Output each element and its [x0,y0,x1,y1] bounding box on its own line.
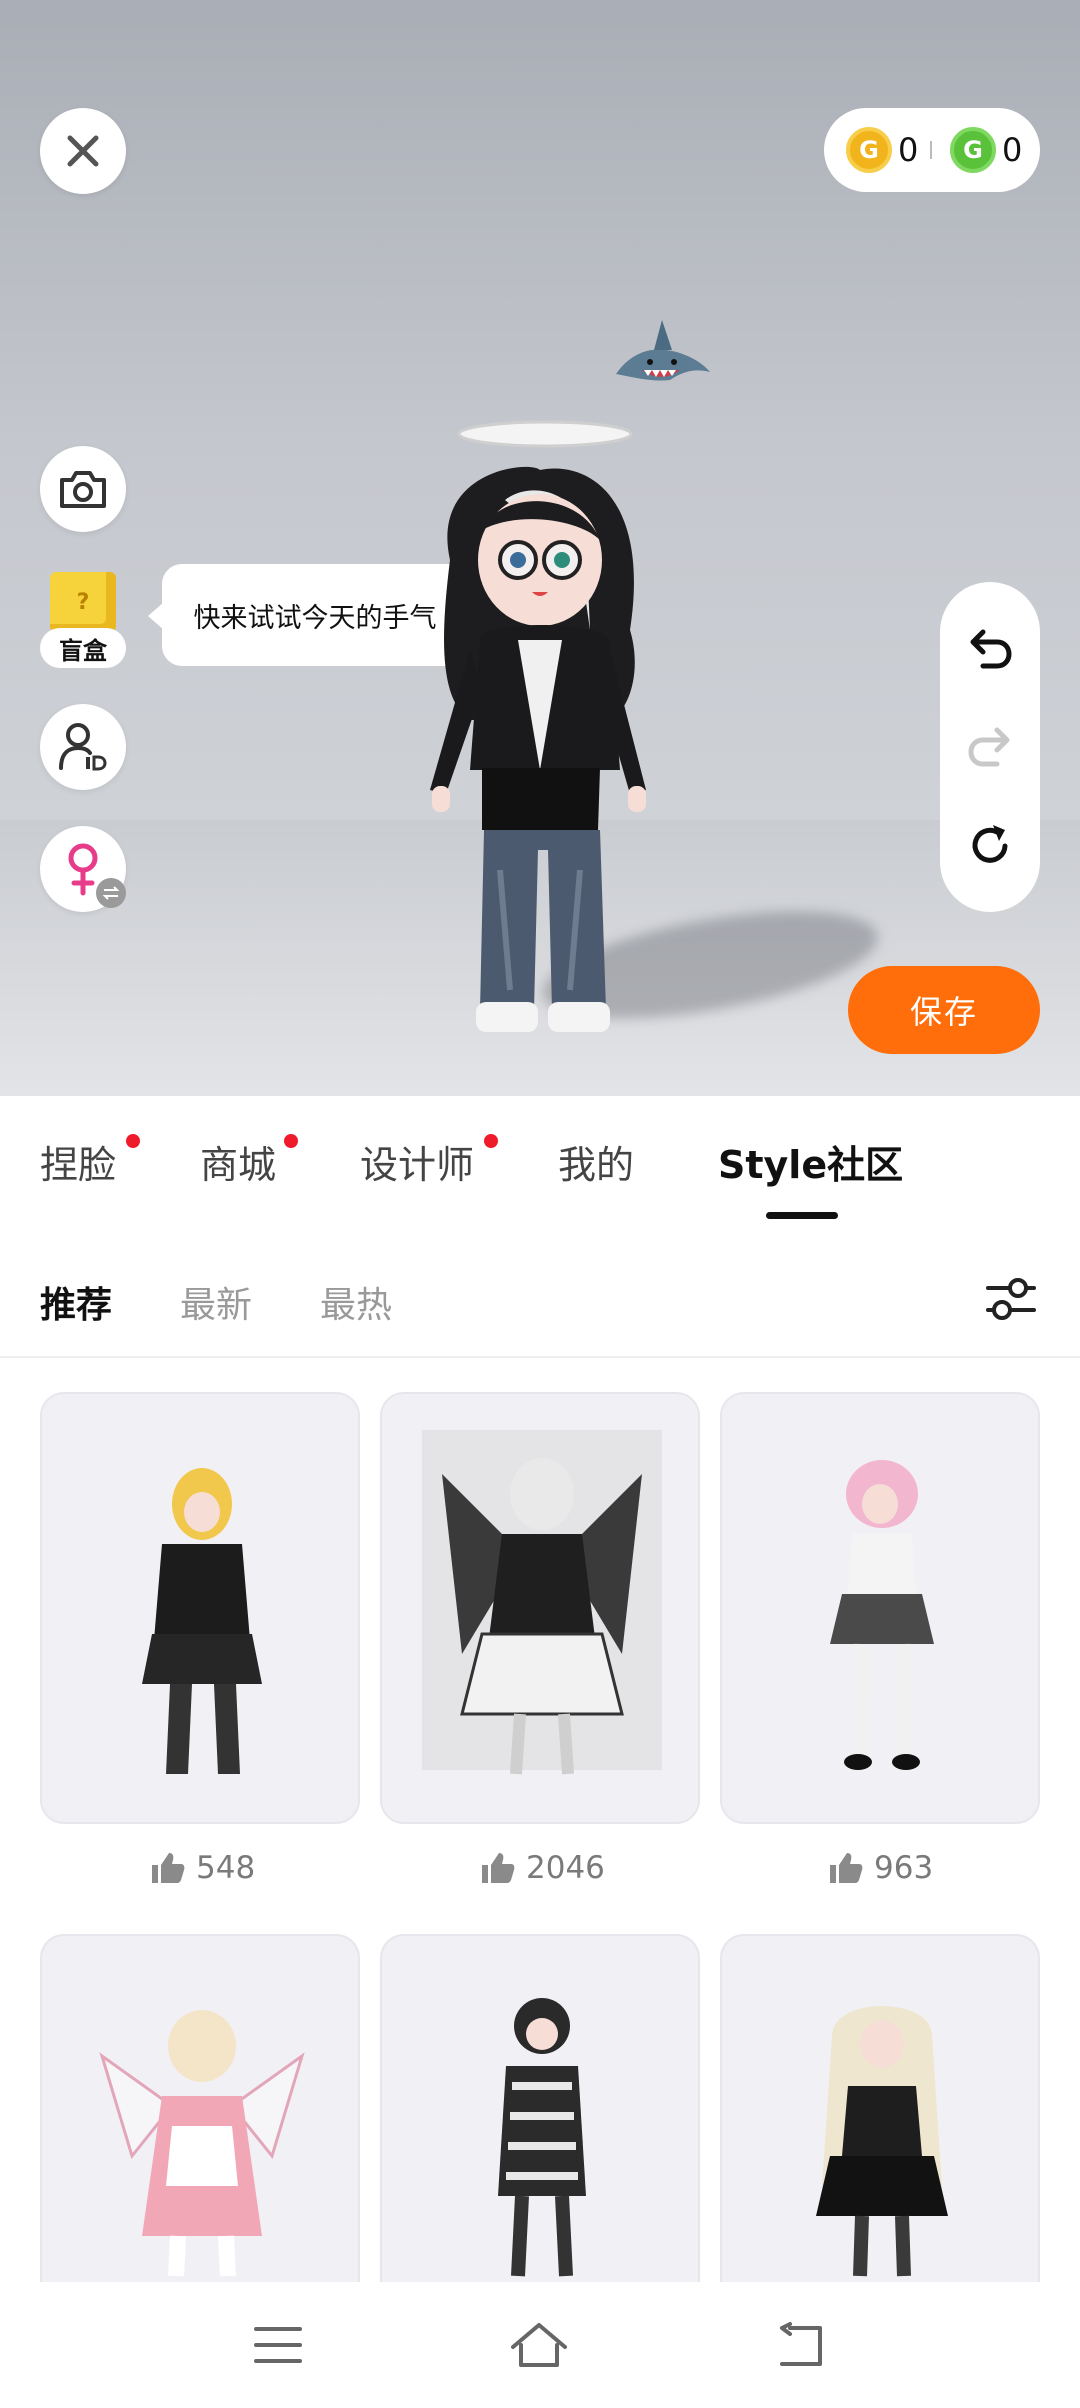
like-count-row[interactable]: 2046 [480,1848,605,1888]
subtab-hottest[interactable]: 最热 [320,1276,392,1328]
like-count: 548 [196,1850,256,1886]
tab-face-badge [126,1134,140,1148]
gender-switch-button[interactable] [40,826,126,912]
tab-face[interactable]: 捏脸 [40,1134,116,1189]
thumbs-up-icon [830,1853,863,1883]
green-coin-icon: G [950,127,996,173]
close-icon [67,135,99,167]
save-button[interactable]: 保存 [848,966,1040,1054]
currency-divider [930,141,932,159]
active-tab-indicator [766,1212,838,1219]
subtab-recommended[interactable]: 推荐 [40,1276,112,1328]
tab-style-community[interactable]: Style社区 [718,1134,903,1189]
main-tabs [0,1096,1080,1246]
outfit-thumbnail [142,1468,262,1774]
avatar-figure [430,420,646,1032]
blind-box-button[interactable]: ? 盲盒 [40,572,126,668]
blind-box-label: 盲盒 [40,628,126,668]
blind-box-icon: ? [50,572,116,632]
history-controls [940,582,1040,912]
outfit-thumbnail [830,1460,934,1770]
tab-store-badge [284,1134,298,1148]
feed-filter-bar [0,1246,1080,1358]
like-count-row[interactable]: 548 [150,1848,255,1888]
camera-icon [60,471,106,508]
tab-store[interactable]: 商城 [200,1134,276,1189]
shark-pet-icon [616,320,710,381]
thumbs-up-icon [152,1853,185,1883]
undo-icon[interactable] [967,626,1013,672]
redo-icon[interactable] [967,724,1013,770]
currency-pill[interactable]: G 0 G 0 [824,108,1040,192]
gold-coin-icon: G [846,127,892,173]
swap-icon [96,878,126,908]
gold-coin-count: 0 [898,131,919,169]
avatar-id-button[interactable] [40,704,126,790]
camera-button[interactable] [40,446,126,532]
outfit-card[interactable] [720,1392,1040,1824]
outfit-card[interactable] [380,1392,700,1824]
app-screen: G 0 G 0 ? 盲盒 快来试试今天的手气 保存 捏脸 商城 设计师 我的 S… [0,0,1080,2408]
back-icon[interactable] [776,2322,826,2368]
home-icon[interactable] [509,2321,569,2369]
outfit-card[interactable] [40,1392,360,1824]
like-count: 963 [874,1850,934,1886]
menu-icon[interactable] [253,2325,302,2365]
avatar-stage[interactable]: G 0 G 0 ? 盲盒 快来试试今天的手气 保存 [0,0,1080,1096]
user-id-icon [59,723,107,771]
like-count: 2046 [526,1850,605,1886]
system-navigation-bar [0,2282,1080,2408]
filter-settings-icon[interactable] [984,1274,1038,1324]
close-button[interactable] [40,108,126,194]
tab-mine[interactable]: 我的 [558,1134,634,1189]
outfit-thumbnail [422,1430,662,1775]
reset-icon[interactable] [967,822,1013,868]
tab-designer-badge [484,1134,498,1148]
tab-designer[interactable]: 设计师 [360,1134,474,1189]
subtab-latest[interactable]: 最新 [180,1276,252,1328]
green-coin-count: 0 [1002,131,1023,169]
like-count-row[interactable]: 963 [828,1848,933,1888]
thumbs-up-icon [482,1853,515,1883]
